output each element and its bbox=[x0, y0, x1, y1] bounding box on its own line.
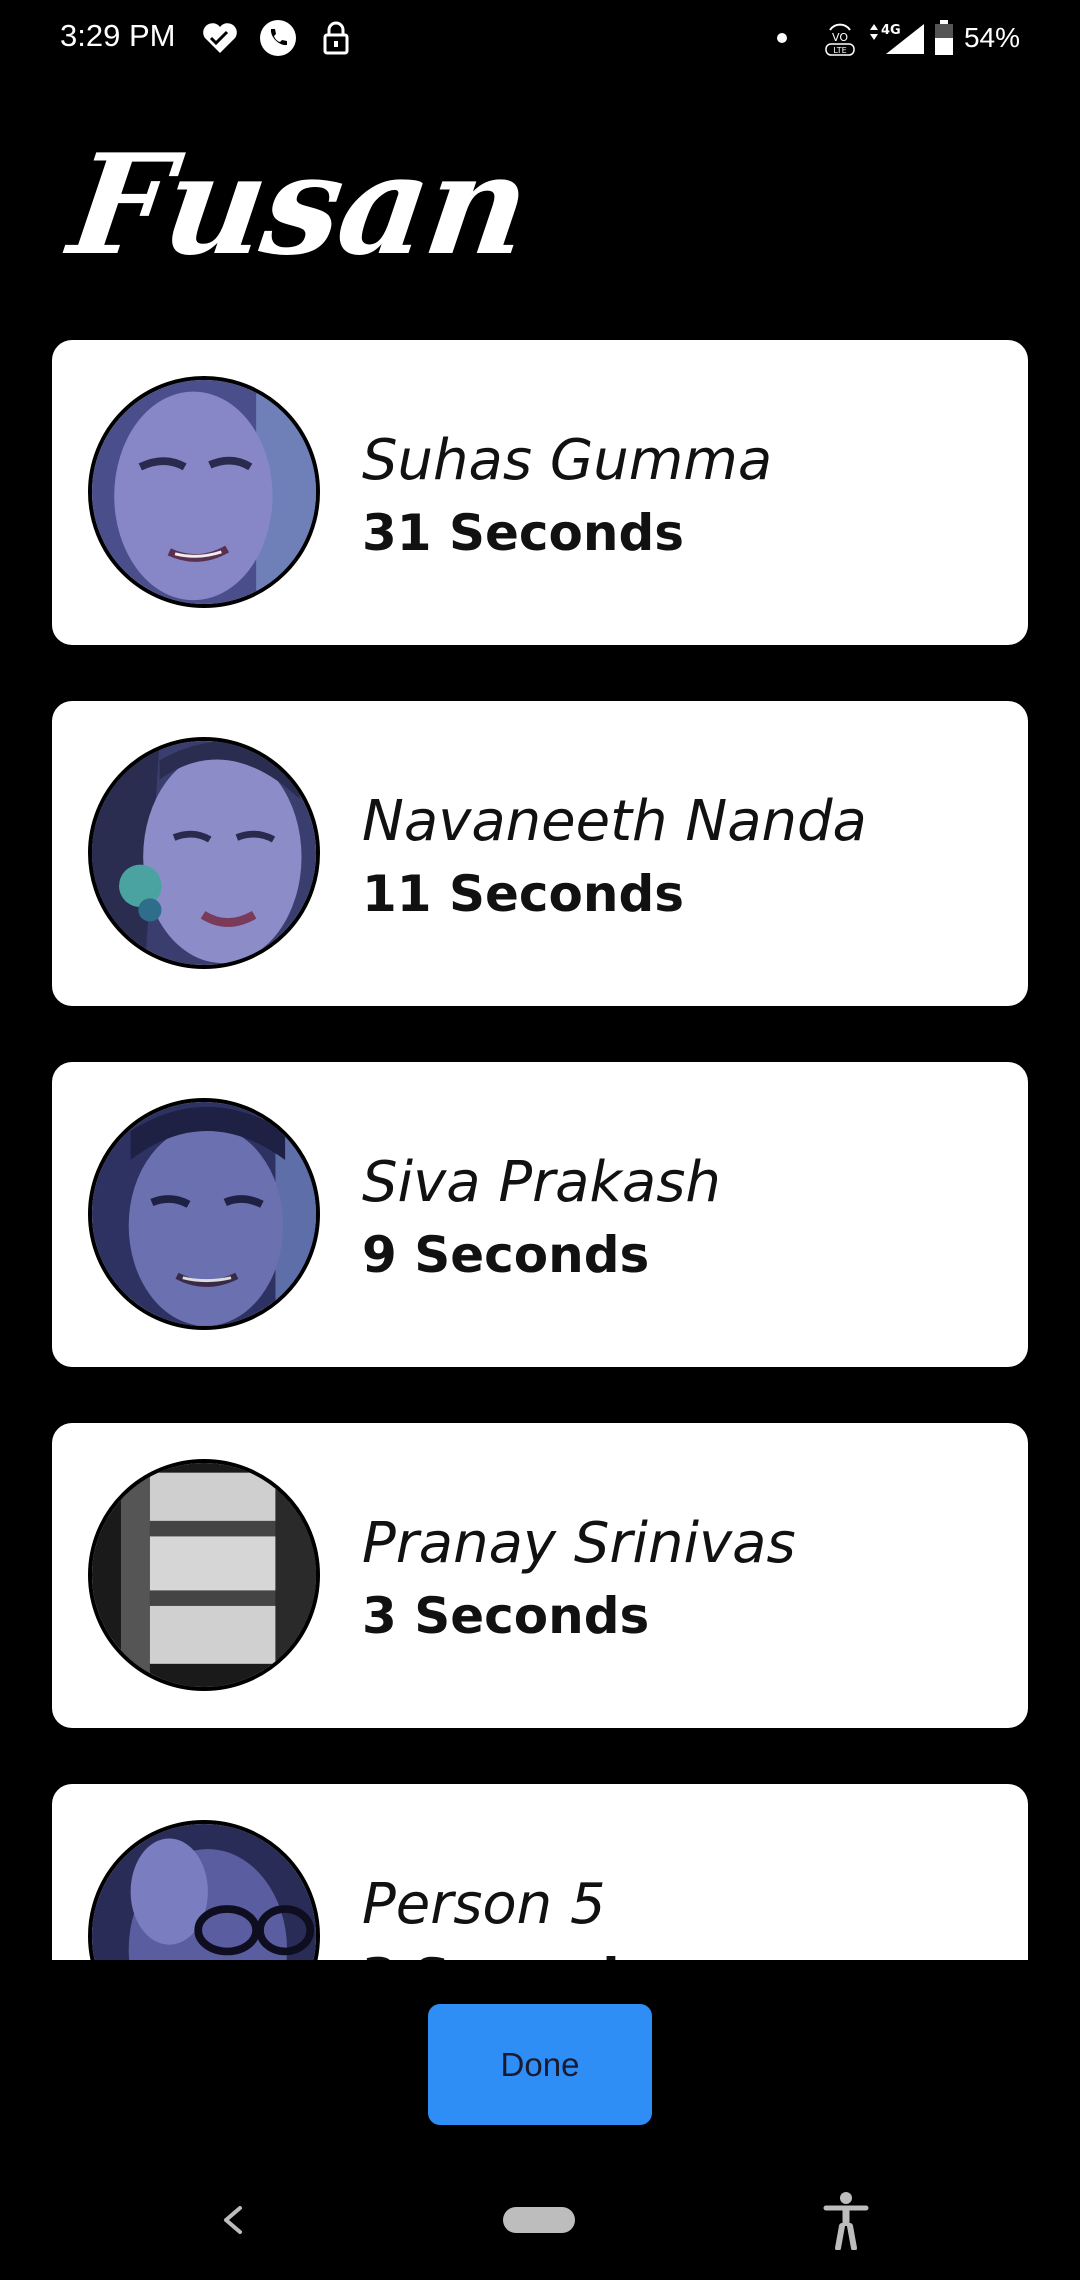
person-name: Suhas Gumma bbox=[362, 428, 773, 493]
app-logo: Fusan bbox=[61, 123, 538, 286]
person-avatar bbox=[88, 1098, 320, 1330]
person-name: Navaneeth Nanda bbox=[362, 789, 867, 854]
status-bar: 3:29 PM VO LTE 4G 54% bbox=[0, 0, 1080, 76]
health-heart-icon bbox=[200, 18, 240, 58]
home-pill-icon[interactable] bbox=[503, 2207, 575, 2233]
network-type-text: 4G bbox=[881, 23, 901, 38]
person-avatar bbox=[88, 376, 320, 608]
person-avatar bbox=[88, 1459, 320, 1691]
navigation-bar bbox=[0, 2160, 1080, 2280]
person-duration: 3 Seconds bbox=[362, 1947, 649, 1960]
accessibility-icon[interactable] bbox=[822, 2190, 870, 2251]
person-duration: 9 Seconds bbox=[362, 1226, 650, 1284]
person-avatar bbox=[88, 737, 320, 969]
person-list[interactable]: Suhas Gumma 31 Seconds Navaneeth Nanda 1… bbox=[0, 340, 1080, 1960]
done-button[interactable]: Done bbox=[428, 2004, 652, 2125]
person-card[interactable]: Suhas Gumma 31 Seconds bbox=[52, 340, 1028, 645]
lock-icon bbox=[316, 18, 356, 58]
svg-text:LTE: LTE bbox=[833, 46, 846, 55]
svg-text:VO: VO bbox=[832, 31, 848, 44]
person-duration: 11 Seconds bbox=[362, 865, 685, 923]
volte-icon: VO LTE bbox=[820, 18, 860, 58]
person-duration: 3 Seconds bbox=[362, 1587, 650, 1645]
person-name: Pranay Srinivas bbox=[362, 1511, 796, 1576]
person-card[interactable]: Pranay Srinivas 3 Seconds bbox=[52, 1423, 1028, 1728]
person-card[interactable]: Navaneeth Nanda 11 Seconds bbox=[52, 701, 1028, 1006]
person-card[interactable]: Siva Prakash 9 Seconds bbox=[52, 1062, 1028, 1367]
battery-percentage: 54% bbox=[963, 22, 1020, 53]
phone-call-icon bbox=[258, 18, 298, 58]
battery-icon bbox=[932, 18, 956, 58]
back-icon[interactable] bbox=[212, 2192, 252, 2248]
notification-dot-icon bbox=[762, 18, 802, 58]
person-name: Person 5 bbox=[362, 1872, 606, 1937]
signal-icon: 4G bbox=[866, 18, 936, 58]
person-card[interactable]: Person 5 3 Seconds bbox=[52, 1784, 1028, 1960]
person-name: Siva Prakash bbox=[362, 1150, 721, 1215]
status-time: 3:29 PM bbox=[60, 18, 176, 53]
person-avatar bbox=[88, 1820, 320, 1960]
person-duration: 31 Seconds bbox=[362, 504, 685, 562]
